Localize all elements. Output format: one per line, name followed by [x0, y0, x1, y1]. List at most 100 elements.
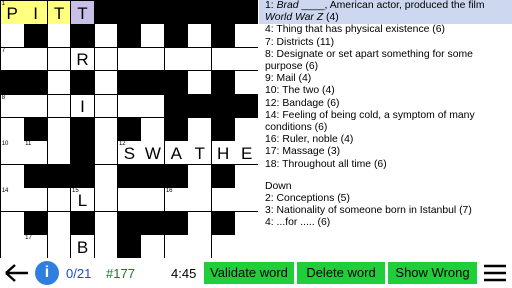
grid-cell[interactable]: 10 [0, 141, 24, 165]
grid-cell[interactable] [188, 235, 212, 259]
grid-cell[interactable] [94, 235, 118, 259]
grid-cell[interactable]: 8 [0, 94, 24, 118]
grid-cell[interactable] [0, 211, 24, 235]
grid-cell[interactable] [235, 47, 259, 71]
grid-cell[interactable] [47, 94, 71, 118]
grid-cell[interactable] [24, 94, 48, 118]
grid-cell[interactable] [235, 188, 259, 212]
grid-cell[interactable] [94, 164, 118, 188]
grid-cell[interactable]: T [188, 141, 212, 165]
grid-cell[interactable] [0, 235, 24, 259]
grid-cell[interactable] [94, 24, 118, 48]
grid-cell[interactable] [141, 188, 165, 212]
grid-cell[interactable]: 16 [164, 188, 188, 212]
grid-cell[interactable] [47, 117, 71, 141]
down-clue[interactable]: 3: Nationality of someone born in Istanb… [259, 205, 512, 217]
across-clue[interactable]: 18: Throughout all time (6) [259, 159, 512, 171]
grid-cell[interactable] [47, 71, 71, 94]
back-arrow-icon[interactable] [4, 263, 30, 283]
grid-cell[interactable]: 12 S [117, 141, 141, 165]
grid-cell[interactable] [235, 24, 259, 48]
grid-cell[interactable] [117, 188, 141, 212]
grid-cell[interactable] [211, 188, 235, 212]
across-clue[interactable]: 14: Feeling of being cold, a symptom of … [259, 110, 512, 134]
grid-cell[interactable] [211, 235, 235, 259]
grid-cell[interactable] [141, 94, 165, 118]
grid-cell[interactable] [47, 24, 71, 48]
grid-cell[interactable]: H [211, 141, 235, 165]
grid-cell[interactable] [141, 117, 165, 141]
delete-word-button[interactable]: Delete word [297, 262, 385, 284]
grid-cell[interactable] [188, 211, 212, 235]
show-wrong-button[interactable]: Show Wrong [388, 262, 477, 284]
grid-cell[interactable] [188, 117, 212, 141]
grid-cell[interactable] [24, 188, 48, 212]
grid-cell[interactable]: 14 [0, 188, 24, 212]
grid-cell[interactable] [141, 235, 165, 259]
grid-cell[interactable]: 1P [0, 0, 24, 24]
grid-cell[interactable] [235, 235, 259, 259]
validate-word-button[interactable]: Validate word [204, 262, 294, 284]
grid-cell[interactable] [94, 117, 118, 141]
grid-cell[interactable]: T [47, 0, 71, 24]
grid-cell[interactable]: 15 L [71, 188, 94, 212]
grid-cell[interactable] [0, 24, 24, 48]
grid-cell[interactable] [47, 47, 71, 71]
grid-cell[interactable] [164, 235, 188, 259]
grid-cell[interactable] [164, 47, 188, 71]
grid-cell[interactable]: A [164, 141, 188, 165]
down-clue[interactable]: 4: ...for ..... (6) [259, 217, 512, 229]
grid-cell[interactable] [117, 94, 141, 118]
across-clue[interactable]: 1: Brad ____, American actor, produced t… [259, 0, 512, 25]
grid-cell[interactable] [188, 164, 212, 188]
grid-cell[interactable]: 7 [0, 47, 24, 71]
grid-cell[interactable] [94, 71, 118, 94]
grid-cell[interactable] [235, 164, 259, 188]
crossword-grid[interactable]: 1 P I T T 7 R 8 I 10 11 12 S W A T H E 14 15 L 16 17 B [0, 0, 259, 259]
across-clue[interactable]: 12: Bandage (6) [259, 98, 512, 110]
grid-cell[interactable] [94, 47, 118, 71]
grid-cell[interactable] [94, 188, 118, 212]
grid-cell[interactable] [117, 47, 141, 71]
grid-cell[interactable]: W [141, 141, 165, 165]
grid-cell[interactable]: I [71, 94, 94, 118]
across-clue[interactable]: 7: Districts (11) [259, 37, 512, 49]
grid-cell[interactable] [141, 47, 165, 71]
grid-cell[interactable]: E [235, 141, 259, 165]
grid-cell[interactable]: T [71, 0, 94, 24]
across-clue[interactable]: 10: The two (4) [259, 85, 512, 97]
grid-cell[interactable]: 17 [24, 235, 48, 259]
grid-cell[interactable] [94, 94, 118, 118]
across-clue[interactable]: 9: Mail (4) [259, 73, 512, 85]
grid-cell[interactable]: 11 [24, 141, 48, 165]
grid-cell[interactable] [47, 188, 71, 212]
grid-cell[interactable] [235, 211, 259, 235]
grid-cell[interactable] [188, 24, 212, 48]
grid-cell[interactable] [0, 117, 24, 141]
info-icon[interactable]: i [35, 261, 59, 285]
grid-cell[interactable] [47, 235, 71, 259]
grid-cell[interactable] [188, 47, 212, 71]
grid-cell[interactable]: B [71, 235, 94, 259]
across-clue[interactable]: 4: Thing that has physical existence (6) [259, 24, 512, 36]
grid-cell[interactable] [211, 47, 235, 71]
grid-cell[interactable] [94, 211, 118, 235]
grid-cell[interactable] [47, 211, 71, 235]
grid-cell[interactable] [188, 188, 212, 212]
hamburger-menu-icon[interactable] [483, 263, 507, 283]
grid-cell[interactable] [94, 141, 118, 165]
grid-cell[interactable] [188, 71, 212, 94]
grid-cell[interactable] [47, 141, 71, 165]
grid-cell[interactable] [141, 24, 165, 48]
across-clue[interactable]: 8: Designate or set apart something for … [259, 49, 512, 73]
grid-cell[interactable] [24, 47, 48, 71]
grid-cell[interactable] [235, 117, 259, 141]
grid-cell[interactable]: R [71, 47, 94, 71]
grid-cell[interactable] [0, 164, 24, 188]
across-clue[interactable]: 16: Ruler, noble (4) [259, 134, 512, 146]
grid-cell[interactable]: I [24, 0, 48, 24]
across-clue[interactable]: 17: Massage (3) [259, 146, 512, 158]
clue-list[interactable]: 1: Brad ____, American actor, produced t… [259, 0, 512, 258]
down-clue[interactable]: 2: Conceptions (5) [259, 193, 512, 205]
grid-cell[interactable] [235, 71, 259, 94]
